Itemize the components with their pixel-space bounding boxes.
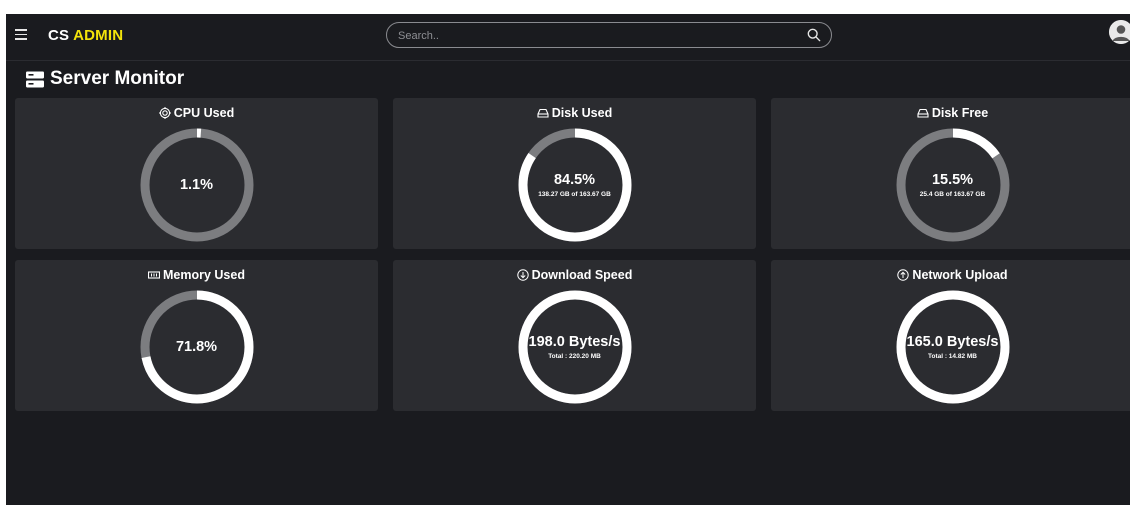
menu-toggle-icon[interactable] bbox=[15, 29, 27, 40]
card-title: Network Upload bbox=[771, 268, 1130, 282]
gauge-center: 15.5% 25.4 GB of 163.67 GB bbox=[894, 126, 1012, 244]
card-title-text: Network Upload bbox=[912, 268, 1008, 282]
card-title: Download Speed bbox=[393, 268, 756, 282]
memory-used-card: Memory Used 71.8% bbox=[15, 260, 378, 411]
download-gauge: 198.0 Bytes/s Total : 220.20 MB bbox=[516, 288, 634, 406]
gauge-value: 71.8% bbox=[175, 339, 218, 355]
page-title: Server Monitor bbox=[26, 68, 184, 90]
brand-logo[interactable]: CS ADMIN bbox=[48, 27, 123, 44]
gauge-value: 198.0 Bytes/s bbox=[528, 334, 621, 350]
brand-accent: ADMIN bbox=[73, 27, 124, 44]
search-input[interactable] bbox=[396, 23, 790, 49]
gauge-center: 84.5% 138.27 GB of 163.67 GB bbox=[516, 126, 634, 244]
card-title: CPU Used bbox=[15, 106, 378, 120]
card-title-text: Memory Used bbox=[163, 268, 245, 282]
card-title: Memory Used bbox=[15, 268, 378, 282]
card-title-text: Disk Free bbox=[931, 106, 989, 120]
gauge-value: 1.1% bbox=[179, 177, 214, 193]
card-title-text: Disk Used bbox=[551, 106, 613, 120]
app-window: CS ADMIN Server Monitor bbox=[6, 14, 1130, 505]
upload-gauge: 165.0 Bytes/s Total : 14.82 MB bbox=[894, 288, 1012, 406]
cpu-used-card: CPU Used 1.1% bbox=[15, 98, 378, 249]
gauge-value: 165.0 Bytes/s bbox=[906, 334, 999, 350]
download-icon bbox=[516, 269, 529, 281]
cpu-gauge: 1.1% bbox=[138, 126, 256, 244]
search-icon[interactable] bbox=[807, 28, 821, 42]
gauge-value: 84.5% bbox=[553, 172, 596, 188]
disk-free-card: Disk Free 15.5% 25.4 GB of 163.67 GB bbox=[771, 98, 1130, 249]
disk-used-card: Disk Used 84.5% 138.27 GB of 163.67 GB bbox=[393, 98, 756, 249]
gauge-center: 165.0 Bytes/s Total : 14.82 MB bbox=[894, 288, 1012, 406]
download-speed-card: Download Speed 198.0 Bytes/s Total : 220… bbox=[393, 260, 756, 411]
gauge-center: 71.8% bbox=[138, 288, 256, 406]
disk-icon bbox=[537, 108, 549, 118]
card-title-text: Download Speed bbox=[531, 268, 633, 282]
card-title-text: CPU Used bbox=[173, 106, 235, 120]
page-title-text: Server Monitor bbox=[50, 68, 185, 89]
gauge-subtext: 25.4 GB of 163.67 GB bbox=[919, 191, 986, 198]
gauge-center: 1.1% bbox=[138, 126, 256, 244]
disk-icon bbox=[917, 108, 929, 118]
gauge-subtext: 138.27 GB of 163.67 GB bbox=[538, 191, 611, 198]
brand-prefix: CS bbox=[48, 27, 70, 44]
gauge-subtext: Total : 14.82 MB bbox=[927, 353, 977, 360]
disk-free-gauge: 15.5% 25.4 GB of 163.67 GB bbox=[894, 126, 1012, 244]
cpu-icon bbox=[158, 107, 171, 119]
card-title: Disk Used bbox=[393, 106, 756, 120]
card-title: Disk Free bbox=[771, 106, 1130, 120]
search-box bbox=[386, 22, 832, 49]
memory-icon bbox=[148, 271, 160, 279]
disk-used-gauge: 84.5% 138.27 GB of 163.67 GB bbox=[516, 126, 634, 244]
top-navbar: CS ADMIN bbox=[6, 14, 1130, 61]
server-icon bbox=[26, 71, 44, 87]
upload-icon bbox=[897, 269, 910, 281]
gauge-center: 198.0 Bytes/s Total : 220.20 MB bbox=[516, 288, 634, 406]
user-avatar-icon[interactable] bbox=[1109, 20, 1130, 44]
gauge-value: 15.5% bbox=[931, 172, 974, 188]
gauge-subtext: Total : 220.20 MB bbox=[548, 353, 601, 360]
network-upload-card: Network Upload 165.0 Bytes/s Total : 14.… bbox=[771, 260, 1130, 411]
memory-gauge: 71.8% bbox=[138, 288, 256, 406]
